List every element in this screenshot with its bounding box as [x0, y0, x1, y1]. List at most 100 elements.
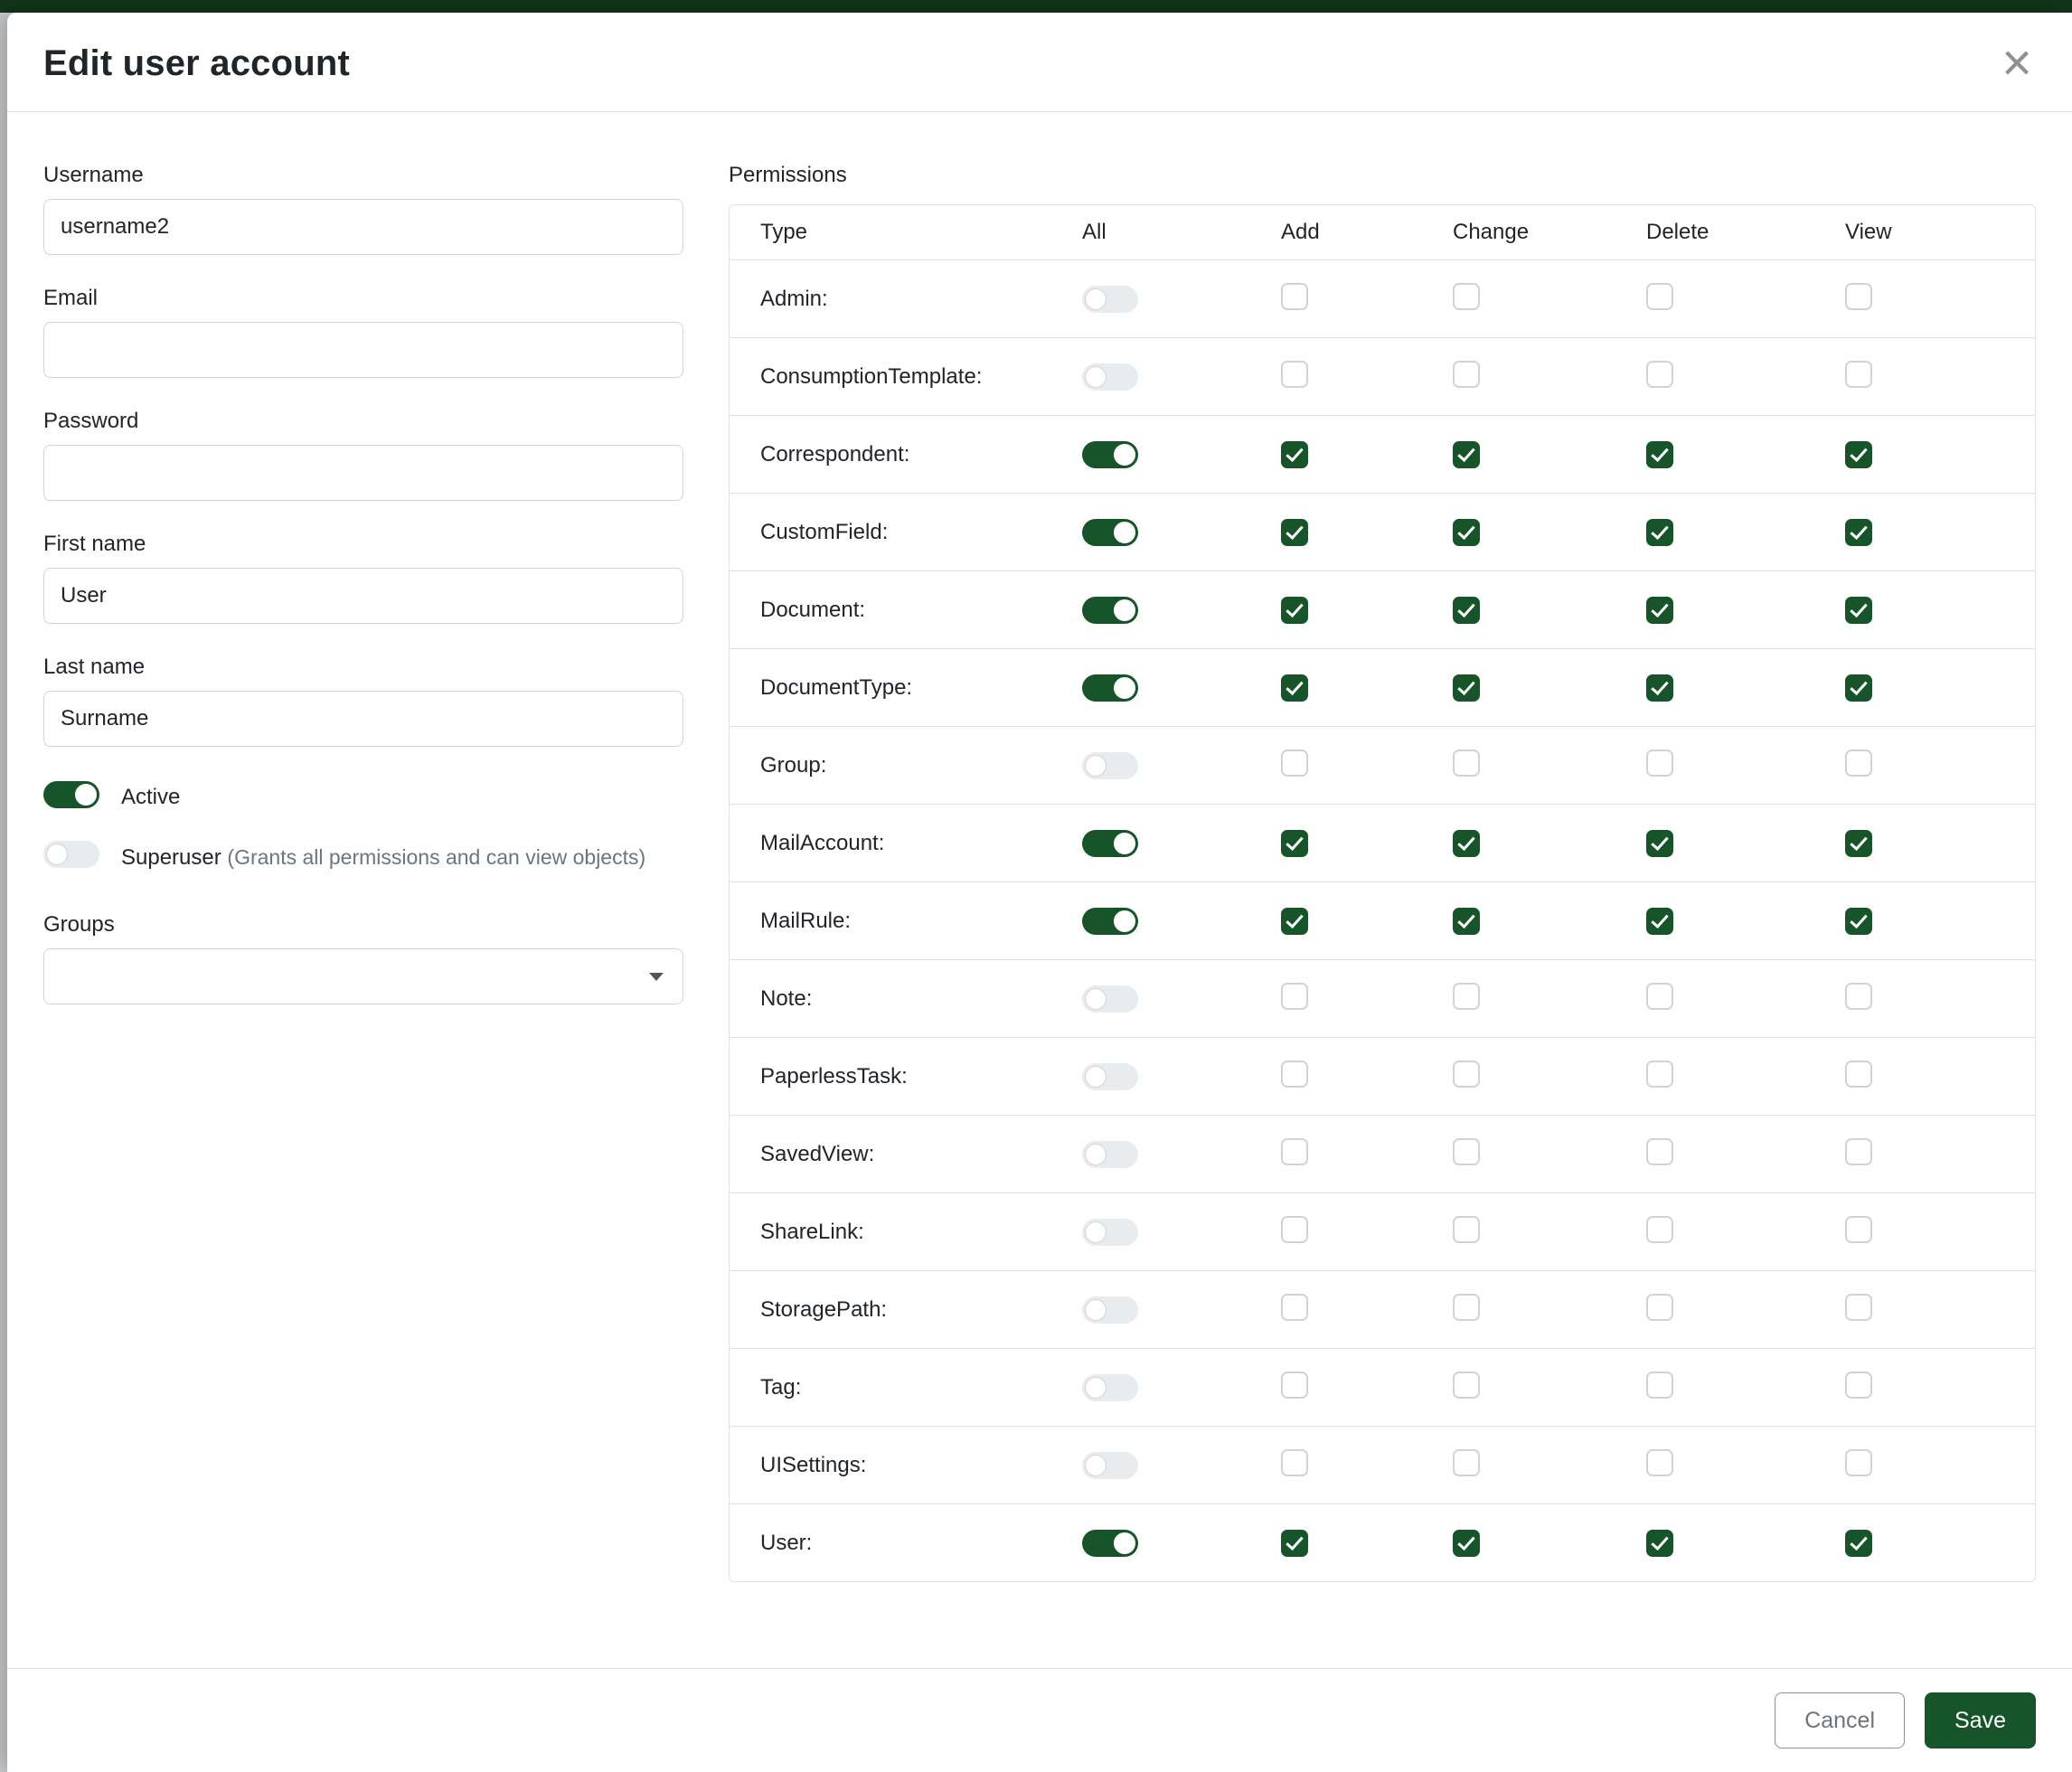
- perm-all-toggle-document[interactable]: [1082, 597, 1138, 624]
- perm-all-toggle-mailaccount[interactable]: [1082, 830, 1138, 857]
- first-name-label: First name: [43, 532, 683, 557]
- perm-add-checkbox-uisettings[interactable]: [1281, 1449, 1308, 1476]
- perm-delete-checkbox-group[interactable]: [1646, 749, 1673, 777]
- perm-all-toggle-user[interactable]: [1082, 1530, 1138, 1557]
- save-button[interactable]: Save: [1925, 1692, 2036, 1748]
- perm-change-checkbox-admin[interactable]: [1453, 283, 1480, 310]
- email-input[interactable]: [43, 322, 683, 378]
- perm-delete-checkbox-sharelink[interactable]: [1646, 1216, 1673, 1243]
- perm-add-checkbox-admin[interactable]: [1281, 283, 1308, 310]
- perm-change-checkbox-group[interactable]: [1453, 749, 1480, 777]
- perm-change-checkbox-documenttype[interactable]: [1453, 674, 1480, 702]
- perm-add-checkbox-document[interactable]: [1281, 597, 1308, 624]
- perm-change-checkbox-document[interactable]: [1453, 597, 1480, 624]
- perm-add-checkbox-paperlesstask[interactable]: [1281, 1060, 1308, 1088]
- perm-all-toggle-mailrule[interactable]: [1082, 908, 1138, 935]
- perm-change-checkbox-user[interactable]: [1453, 1530, 1480, 1557]
- perm-add-checkbox-savedview[interactable]: [1281, 1138, 1308, 1165]
- perm-change-checkbox-correspondent[interactable]: [1453, 441, 1480, 468]
- perm-all-toggle-paperlesstask[interactable]: [1082, 1063, 1138, 1090]
- perm-view-checkbox-mailrule[interactable]: [1845, 908, 1872, 935]
- password-input[interactable]: [43, 445, 683, 501]
- perm-delete-checkbox-mailaccount[interactable]: [1646, 830, 1673, 857]
- perm-change-checkbox-mailrule[interactable]: [1453, 908, 1480, 935]
- perm-delete-checkbox-correspondent[interactable]: [1646, 441, 1673, 468]
- perm-change-checkbox-customfield[interactable]: [1453, 519, 1480, 546]
- perm-all-toggle-note[interactable]: [1082, 985, 1138, 1013]
- username-input[interactable]: [43, 199, 683, 255]
- perm-view-checkbox-sharelink[interactable]: [1845, 1216, 1872, 1243]
- perm-all-toggle-sharelink[interactable]: [1082, 1219, 1138, 1246]
- perm-type-label-correspondent: Correspondent:: [730, 442, 1082, 467]
- perm-all-toggle-tag[interactable]: [1082, 1374, 1138, 1401]
- perm-change-checkbox-tag[interactable]: [1453, 1371, 1480, 1399]
- perm-delete-checkbox-user[interactable]: [1646, 1530, 1673, 1557]
- perm-delete-checkbox-storagepath[interactable]: [1646, 1294, 1673, 1321]
- perm-view-checkbox-savedview[interactable]: [1845, 1138, 1872, 1165]
- perm-view-checkbox-group[interactable]: [1845, 749, 1872, 777]
- perm-all-toggle-uisettings[interactable]: [1082, 1452, 1138, 1479]
- perm-view-checkbox-tag[interactable]: [1845, 1371, 1872, 1399]
- perm-view-checkbox-uisettings[interactable]: [1845, 1449, 1872, 1476]
- perm-add-checkbox-customfield[interactable]: [1281, 519, 1308, 546]
- perm-delete-checkbox-note[interactable]: [1646, 983, 1673, 1010]
- groups-select[interactable]: [43, 948, 683, 1004]
- perm-delete-checkbox-admin[interactable]: [1646, 283, 1673, 310]
- perm-all-toggle-consumptiontemplate[interactable]: [1082, 363, 1138, 391]
- superuser-toggle[interactable]: [43, 841, 99, 868]
- perm-view-checkbox-note[interactable]: [1845, 983, 1872, 1010]
- perm-view-checkbox-document[interactable]: [1845, 597, 1872, 624]
- perm-add-checkbox-note[interactable]: [1281, 983, 1308, 1010]
- last-name-input[interactable]: [43, 691, 683, 747]
- toggle-knob: [1085, 366, 1107, 388]
- perm-all-toggle-admin[interactable]: [1082, 286, 1138, 313]
- perm-add-checkbox-tag[interactable]: [1281, 1371, 1308, 1399]
- password-label: Password: [43, 409, 683, 434]
- perm-change-checkbox-mailaccount[interactable]: [1453, 830, 1480, 857]
- perm-view-checkbox-user[interactable]: [1845, 1530, 1872, 1557]
- perm-add-checkbox-consumptiontemplate[interactable]: [1281, 361, 1308, 388]
- active-toggle[interactable]: [43, 781, 99, 808]
- cancel-button[interactable]: Cancel: [1775, 1692, 1905, 1748]
- perm-add-checkbox-storagepath[interactable]: [1281, 1294, 1308, 1321]
- perm-delete-checkbox-consumptiontemplate[interactable]: [1646, 361, 1673, 388]
- perm-change-checkbox-uisettings[interactable]: [1453, 1449, 1480, 1476]
- perm-add-checkbox-documenttype[interactable]: [1281, 674, 1308, 702]
- first-name-input[interactable]: [43, 568, 683, 624]
- perm-change-checkbox-sharelink[interactable]: [1453, 1216, 1480, 1243]
- perm-all-toggle-correspondent[interactable]: [1082, 441, 1138, 468]
- perm-delete-checkbox-customfield[interactable]: [1646, 519, 1673, 546]
- perm-delete-checkbox-mailrule[interactable]: [1646, 908, 1673, 935]
- perm-add-checkbox-mailaccount[interactable]: [1281, 830, 1308, 857]
- perm-view-checkbox-correspondent[interactable]: [1845, 441, 1872, 468]
- perm-add-checkbox-group[interactable]: [1281, 749, 1308, 777]
- perm-all-toggle-customfield[interactable]: [1082, 519, 1138, 546]
- perm-view-checkbox-customfield[interactable]: [1845, 519, 1872, 546]
- perm-delete-checkbox-savedview[interactable]: [1646, 1138, 1673, 1165]
- perm-all-toggle-savedview[interactable]: [1082, 1141, 1138, 1168]
- perm-view-checkbox-documenttype[interactable]: [1845, 674, 1872, 702]
- perm-view-checkbox-storagepath[interactable]: [1845, 1294, 1872, 1321]
- perm-change-checkbox-storagepath[interactable]: [1453, 1294, 1480, 1321]
- perm-change-checkbox-consumptiontemplate[interactable]: [1453, 361, 1480, 388]
- perm-all-toggle-storagepath[interactable]: [1082, 1296, 1138, 1324]
- perm-add-checkbox-sharelink[interactable]: [1281, 1216, 1308, 1243]
- perm-change-checkbox-savedview[interactable]: [1453, 1138, 1480, 1165]
- perm-add-checkbox-mailrule[interactable]: [1281, 908, 1308, 935]
- perm-view-checkbox-paperlesstask[interactable]: [1845, 1060, 1872, 1088]
- perm-delete-checkbox-document[interactable]: [1646, 597, 1673, 624]
- perm-view-checkbox-consumptiontemplate[interactable]: [1845, 361, 1872, 388]
- perm-view-checkbox-mailaccount[interactable]: [1845, 830, 1872, 857]
- perm-delete-checkbox-documenttype[interactable]: [1646, 674, 1673, 702]
- perm-change-checkbox-paperlesstask[interactable]: [1453, 1060, 1480, 1088]
- perm-view-checkbox-admin[interactable]: [1845, 283, 1872, 310]
- perm-delete-checkbox-tag[interactable]: [1646, 1371, 1673, 1399]
- perm-delete-checkbox-paperlesstask[interactable]: [1646, 1060, 1673, 1088]
- perm-all-toggle-group[interactable]: [1082, 752, 1138, 779]
- perm-add-checkbox-correspondent[interactable]: [1281, 441, 1308, 468]
- close-icon[interactable]: ×: [2001, 43, 2032, 83]
- perm-add-checkbox-user[interactable]: [1281, 1530, 1308, 1557]
- perm-all-toggle-documenttype[interactable]: [1082, 674, 1138, 702]
- perm-delete-checkbox-uisettings[interactable]: [1646, 1449, 1673, 1476]
- perm-change-checkbox-note[interactable]: [1453, 983, 1480, 1010]
